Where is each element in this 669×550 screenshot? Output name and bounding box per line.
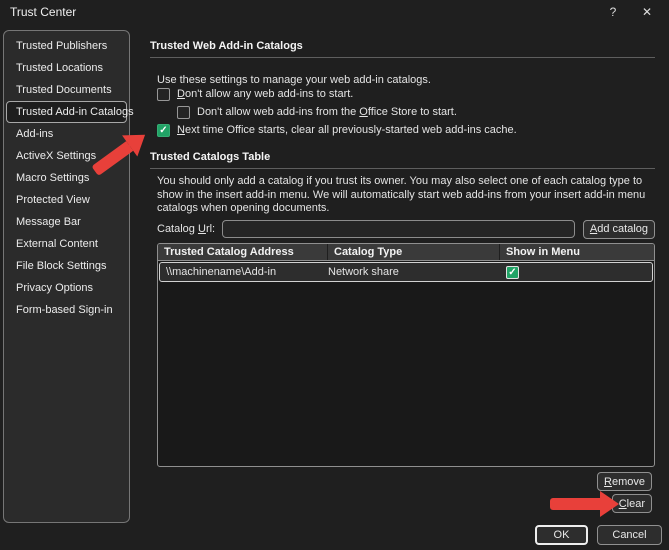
cancel-button[interactable]: Cancel xyxy=(597,525,662,545)
check-icon: ✓ xyxy=(508,267,516,278)
trusted-catalogs-table: Trusted Catalog Address Catalog Type Sho… xyxy=(157,243,655,467)
column-header-catalog-type: Catalog Type xyxy=(328,244,500,260)
table-header-row: Trusted Catalog Address Catalog Type Sho… xyxy=(158,244,654,261)
sidebar: Trusted Publishers Trusted Locations Tru… xyxy=(3,30,130,523)
catalog-type-cell: Network share xyxy=(328,266,500,278)
section-divider xyxy=(150,168,655,169)
sidebar-item-trusted-documents[interactable]: Trusted Documents xyxy=(6,79,127,101)
sidebar-item-file-block-settings[interactable]: File Block Settings xyxy=(6,255,127,277)
sidebar-item-add-ins[interactable]: Add-ins xyxy=(6,123,127,145)
checkbox-dont-allow-office-store-addins[interactable]: Don't allow web add-ins from the Office … xyxy=(177,105,457,119)
catalog-url-row: Catalog Url: Add catalog xyxy=(157,219,655,239)
sidebar-item-protected-view[interactable]: Protected View xyxy=(6,189,127,211)
close-icon: ✕ xyxy=(642,5,652,19)
help-icon: ? xyxy=(610,5,617,19)
checkbox-checked-box[interactable]: ✓ xyxy=(157,124,170,137)
checkbox-dont-allow-any-web-addins[interactable]: Don't allow any web add-ins to start. xyxy=(157,87,353,101)
checkbox-label: Don't allow web add-ins from the Office … xyxy=(197,106,457,118)
column-header-show-in-menu: Show in Menu xyxy=(500,244,654,260)
catalog-url-label: Catalog Url: xyxy=(157,223,215,235)
section-heading-trusted-web-addin-catalogs: Trusted Web Add-in Catalogs xyxy=(150,40,303,52)
sidebar-item-trusted-add-in-catalogs[interactable]: Trusted Add-in Catalogs xyxy=(6,101,127,123)
addin-settings-intro: Use these settings to manage your web ad… xyxy=(157,74,431,86)
section-heading-trusted-catalogs-table: Trusted Catalogs Table xyxy=(150,151,270,163)
section-divider xyxy=(150,57,655,58)
catalog-address-cell: \\machinename\Add-in xyxy=(160,266,328,278)
sidebar-item-trusted-locations[interactable]: Trusted Locations xyxy=(6,57,127,79)
checkbox-box[interactable] xyxy=(177,106,190,119)
table-row[interactable]: \\machinename\Add-in Network share ✓ xyxy=(159,262,653,282)
catalog-description: You should only add a catalog if you tru… xyxy=(157,175,659,216)
sidebar-item-trusted-publishers[interactable]: Trusted Publishers xyxy=(6,35,127,57)
red-arrow-pointing-to-clear-button xyxy=(550,491,619,517)
check-icon: ✓ xyxy=(159,125,167,136)
close-button[interactable]: ✕ xyxy=(638,3,656,21)
sidebar-item-external-content[interactable]: External Content xyxy=(6,233,127,255)
help-button[interactable]: ? xyxy=(604,3,622,21)
show-in-menu-cell: ✓ xyxy=(500,266,652,279)
window-title: Trust Center xyxy=(10,5,76,19)
sidebar-item-privacy-options[interactable]: Privacy Options xyxy=(6,277,127,299)
checkbox-label: Don't allow any web add-ins to start. xyxy=(177,88,353,100)
checkbox-label: Next time Office starts, clear all previ… xyxy=(177,124,517,136)
checkbox-box[interactable] xyxy=(157,88,170,101)
sidebar-item-form-based-sign-in[interactable]: Form-based Sign-in xyxy=(6,299,127,321)
checkbox-clear-web-addins-cache[interactable]: ✓ Next time Office starts, clear all pre… xyxy=(157,123,517,137)
catalog-url-input[interactable] xyxy=(222,220,575,238)
add-catalog-button[interactable]: Add catalog xyxy=(583,220,655,239)
column-header-trusted-catalog-address: Trusted Catalog Address xyxy=(158,244,328,260)
remove-button[interactable]: Remove xyxy=(597,472,652,491)
show-in-menu-checkbox[interactable]: ✓ xyxy=(506,266,519,279)
sidebar-item-message-bar[interactable]: Message Bar xyxy=(6,211,127,233)
ok-button[interactable]: OK xyxy=(535,525,588,545)
